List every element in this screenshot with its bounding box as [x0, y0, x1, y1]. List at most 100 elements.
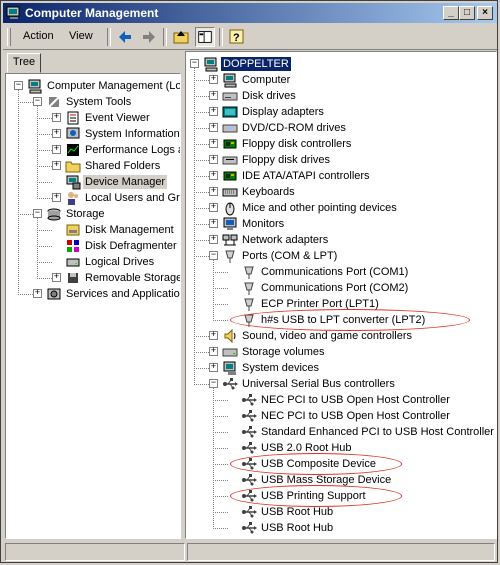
- left-tree-item[interactable]: + Event Viewer: [6, 110, 180, 126]
- forward-arrow-icon[interactable]: [139, 27, 159, 47]
- maximize-button[interactable]: □: [459, 6, 475, 20]
- collapse-icon[interactable]: −: [33, 97, 42, 106]
- device-tree-pane[interactable]: − DOPPELTER + Computer + Disk drives + Display …: [185, 51, 497, 539]
- tree-item-label: IDE ATA/ATAPI controllers: [242, 170, 370, 182]
- minimize-button[interactable]: _: [443, 6, 459, 20]
- device-tree-item[interactable]: Communications Port (COM1): [186, 264, 496, 280]
- device-tree-item[interactable]: + Sound, video and game controllers: [186, 328, 496, 344]
- help-icon[interactable]: ?: [227, 27, 247, 47]
- expand-icon[interactable]: +: [209, 187, 218, 196]
- disk-icon: [66, 224, 80, 236]
- left-tree-item[interactable]: Disk Defragmenter: [6, 238, 180, 254]
- collapse-icon[interactable]: −: [209, 251, 218, 260]
- left-tree-item[interactable]: Logical Drives: [6, 254, 180, 270]
- port-icon: [244, 266, 254, 279]
- left-tree-item[interactable]: + Services and Applications: [6, 286, 180, 302]
- device-tree-item[interactable]: + IDE ATA/ATAPI controllers: [186, 168, 496, 184]
- collapse-icon[interactable]: −: [190, 59, 199, 68]
- device-tree-item[interactable]: + Computer: [186, 72, 496, 88]
- controller-icon: [223, 171, 237, 181]
- expand-icon[interactable]: +: [209, 75, 218, 84]
- expand-icon[interactable]: +: [209, 235, 218, 244]
- tab-tree[interactable]: Tree: [7, 53, 41, 73]
- device-tree-item[interactable]: + Storage volumes: [186, 344, 496, 360]
- device-tree-item[interactable]: + Floppy disk controllers: [186, 136, 496, 152]
- left-tree-item[interactable]: − Storage: [6, 206, 180, 222]
- tree-connector: [18, 294, 33, 295]
- device-tree-item[interactable]: + Mice and other pointing devices: [186, 200, 496, 216]
- port-icon: [244, 298, 254, 311]
- collapse-icon[interactable]: −: [209, 379, 218, 388]
- collapse-icon[interactable]: −: [33, 209, 42, 218]
- device-tree-item[interactable]: NEC PCI to USB Open Host Controller: [186, 408, 496, 424]
- computer-management-window: Computer Management _ □ × Action View ?: [0, 0, 498, 563]
- expand-icon[interactable]: +: [209, 155, 218, 164]
- usb-icon: [242, 506, 257, 518]
- device-tree-item[interactable]: USB Root Hub: [186, 504, 496, 520]
- left-tree-item[interactable]: + System Information: [6, 126, 180, 142]
- device-tree-item[interactable]: − DOPPELTER: [186, 56, 496, 72]
- device-tree-item[interactable]: + System devices: [186, 360, 496, 376]
- device-tree-item[interactable]: − Universal Serial Bus controllers: [186, 376, 496, 392]
- expand-icon[interactable]: +: [52, 161, 61, 170]
- left-tree-item[interactable]: + Performance Logs and A: [6, 142, 180, 158]
- left-tree-item[interactable]: + Removable Storage: [6, 270, 180, 286]
- device-tree-item[interactable]: + Display adapters: [186, 104, 496, 120]
- menu-action[interactable]: Action: [23, 30, 54, 42]
- expand-icon[interactable]: +: [209, 347, 218, 356]
- device-tree-item[interactable]: − Ports (COM & LPT): [186, 248, 496, 264]
- device-tree-item[interactable]: + Monitors: [186, 216, 496, 232]
- collapse-icon[interactable]: −: [14, 81, 23, 90]
- tree-item-label: Keyboards: [242, 186, 295, 198]
- tree-connector: [194, 256, 209, 257]
- device-tree-item[interactable]: NEC PCI to USB Open Host Controller: [186, 392, 496, 408]
- expand-icon[interactable]: +: [209, 139, 218, 148]
- tree-item-label: Disk Defragmenter: [85, 240, 177, 252]
- left-tree-item[interactable]: Device Manager: [6, 174, 180, 190]
- status-bar: [3, 543, 497, 561]
- expand-icon[interactable]: +: [209, 171, 218, 180]
- back-arrow-icon[interactable]: [115, 27, 135, 47]
- device-tree-item[interactable]: Communications Port (COM2): [186, 280, 496, 296]
- title-bar[interactable]: Computer Management _ □ ×: [3, 3, 497, 23]
- expand-icon[interactable]: +: [209, 363, 218, 372]
- tree-item-label: Disk Management: [85, 224, 174, 236]
- device-tree-item[interactable]: Standard Enhanced PCI to USB Host Contro…: [186, 424, 496, 440]
- left-tree-pane[interactable]: −Computer Management (Local)−System Tool…: [5, 73, 181, 539]
- left-tree-item[interactable]: − System Tools: [6, 94, 180, 110]
- expand-icon[interactable]: +: [33, 289, 42, 298]
- tree-connector: [213, 528, 228, 529]
- device-tree-item[interactable]: + Disk drives: [186, 88, 496, 104]
- expand-icon[interactable]: +: [209, 123, 218, 132]
- expand-icon[interactable]: +: [209, 331, 218, 340]
- left-tree-item[interactable]: + Shared Folders: [6, 158, 180, 174]
- up-folder-icon[interactable]: [171, 27, 191, 47]
- expand-icon[interactable]: +: [52, 113, 61, 122]
- tree-item-label: Mice and other pointing devices: [242, 202, 397, 214]
- device-tree-item[interactable]: USB Root Hub: [186, 520, 496, 536]
- tree-item-label: Local Users and Groups: [85, 192, 180, 204]
- expand-icon[interactable]: +: [209, 203, 218, 212]
- expand-icon[interactable]: +: [52, 273, 61, 282]
- expand-icon[interactable]: +: [52, 145, 61, 154]
- device-tree-item[interactable]: + Network adapters: [186, 232, 496, 248]
- expand-icon[interactable]: +: [209, 219, 218, 228]
- left-tree-item[interactable]: − Computer Management (Local): [6, 78, 180, 94]
- tree-connector: [213, 320, 228, 321]
- show-hide-tree-icon[interactable]: [195, 27, 215, 47]
- left-tree-item[interactable]: + Local Users and Groups: [6, 190, 180, 206]
- device-tree-item[interactable]: + Keyboards: [186, 184, 496, 200]
- expand-icon[interactable]: +: [209, 91, 218, 100]
- expand-icon[interactable]: +: [52, 193, 61, 202]
- disk-drive-icon: [222, 92, 238, 101]
- expand-icon[interactable]: +: [52, 129, 61, 138]
- device-tree-item[interactable]: + Floppy disk drives: [186, 152, 496, 168]
- tree-item-label: Storage: [66, 208, 105, 220]
- tree-connector: [37, 262, 52, 263]
- close-button[interactable]: ×: [477, 6, 493, 20]
- device-tree-item[interactable]: + DVD/CD-ROM drives: [186, 120, 496, 136]
- svg-text:?: ?: [233, 32, 240, 44]
- left-tree-item[interactable]: Disk Management: [6, 222, 180, 238]
- menu-view[interactable]: View: [69, 30, 93, 42]
- expand-icon[interactable]: +: [209, 107, 218, 116]
